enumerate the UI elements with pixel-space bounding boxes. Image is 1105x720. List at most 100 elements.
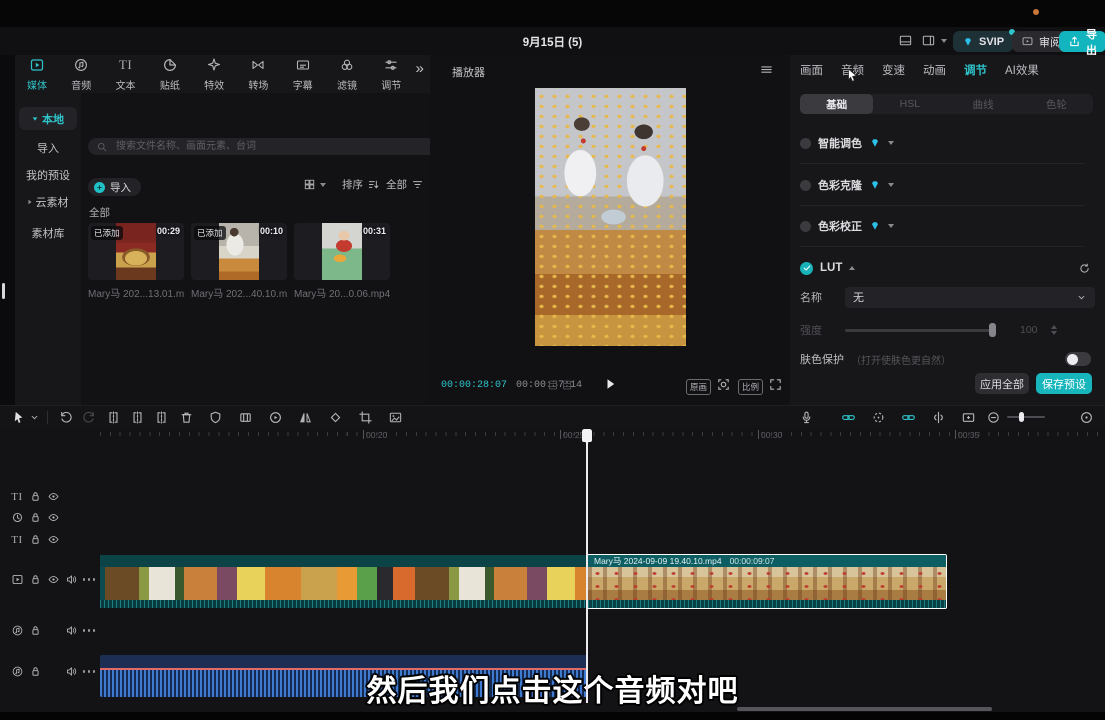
option-color-clone[interactable]: 色彩克隆 <box>800 175 1095 195</box>
player-video-frame[interactable] <box>535 88 686 346</box>
visibility-icon[interactable] <box>44 533 62 546</box>
select-tool-caret-icon[interactable] <box>29 412 40 423</box>
tab-transition[interactable]: 转场 <box>238 57 278 92</box>
lock-icon[interactable] <box>26 533 44 546</box>
option-smart-color[interactable]: 智能调色 <box>800 133 1095 153</box>
view-mode-control[interactable] <box>303 178 326 191</box>
option-color-correct[interactable]: 色彩校正 <box>800 216 1095 236</box>
expand-caret-icon[interactable] <box>888 183 894 187</box>
sidebar-item-local[interactable]: 本地 <box>19 107 77 130</box>
video-clip-left[interactable] <box>100 555 587 608</box>
tab-audio[interactable]: 音频 <box>61 57 101 92</box>
quality-button[interactable]: 原画 <box>686 379 711 395</box>
toggle-circle[interactable] <box>800 180 811 191</box>
lock-icon[interactable] <box>26 624 44 637</box>
tab-effects[interactable]: 特效 <box>194 57 234 92</box>
next-frame-icon[interactable] <box>560 378 574 392</box>
stepper-icon[interactable] <box>1051 325 1057 335</box>
lut-row[interactable]: LUT <box>800 258 1095 278</box>
tab-speed[interactable]: 变速 <box>882 62 905 78</box>
sidebar-item-presets[interactable]: 我的预设 <box>19 163 77 186</box>
select-tool-icon[interactable] <box>12 410 27 425</box>
track-header-video[interactable] <box>8 573 98 586</box>
subtab-curves[interactable]: 曲线 <box>947 94 1020 114</box>
screen-preview-icon[interactable] <box>961 410 976 425</box>
split-right-icon[interactable] <box>154 410 169 425</box>
reverse-icon[interactable] <box>268 410 283 425</box>
lock-icon[interactable] <box>26 490 44 503</box>
linkage-icon[interactable] <box>901 410 916 425</box>
visibility-icon[interactable] <box>44 511 62 524</box>
tab-captions[interactable]: 字幕 <box>283 57 323 92</box>
record-voiceover-icon[interactable] <box>799 410 814 425</box>
main-track-magnet-icon[interactable] <box>841 410 856 425</box>
zoom-out-icon[interactable] <box>986 410 1001 425</box>
panel-collapse-handle[interactable] <box>2 283 5 299</box>
preview-focus-icon[interactable] <box>716 377 731 392</box>
lut-checkbox[interactable] <box>800 262 813 275</box>
search-input[interactable] <box>114 140 431 153</box>
freeze-frame-icon[interactable] <box>238 410 253 425</box>
play-button[interactable] <box>602 376 618 392</box>
rotate-icon[interactable] <box>328 410 343 425</box>
auto-snap-icon[interactable] <box>871 410 886 425</box>
playhead-line[interactable] <box>586 433 588 703</box>
prev-frame-icon[interactable] <box>546 378 560 392</box>
media-clip-card[interactable]: 已添加 00:10 Mary马 202...40.10.mp4 <box>191 223 287 300</box>
fullscreen-icon[interactable] <box>768 377 783 392</box>
search-bar[interactable] <box>88 138 439 155</box>
tab-media[interactable]: 媒体 <box>17 57 57 92</box>
timeline-zoom-slider[interactable] <box>1007 416 1045 418</box>
visibility-icon[interactable] <box>44 573 62 586</box>
track-header-effect[interactable] <box>8 511 62 524</box>
preview-axis-icon[interactable] <box>931 410 946 425</box>
tab-animation[interactable]: 动画 <box>923 62 946 78</box>
collapse-caret-icon[interactable] <box>849 266 855 270</box>
strength-slider[interactable] <box>845 329 995 332</box>
crop-icon[interactable] <box>358 410 373 425</box>
toggle-circle[interactable] <box>800 138 811 149</box>
tab-sticker[interactable]: 贴纸 <box>150 57 190 92</box>
player-menu-icon[interactable] <box>759 62 774 77</box>
tabs-more-icon[interactable]: » <box>416 60 428 89</box>
lut-name-select[interactable]: 无 <box>845 287 1095 308</box>
lock-icon[interactable] <box>26 573 44 586</box>
export-button[interactable]: 导出 <box>1059 31 1105 52</box>
sidebar-item-import[interactable]: 导入 <box>19 136 77 159</box>
lock-icon[interactable] <box>26 511 44 524</box>
timeline-ruler[interactable]: 00:20 00:25 00:30 00:35 00:40 <box>100 428 1105 445</box>
filter-control[interactable]: 全部 <box>386 177 424 192</box>
replace-image-icon[interactable] <box>388 410 403 425</box>
reset-icon[interactable] <box>1078 262 1091 275</box>
split-icon[interactable] <box>106 410 121 425</box>
ratio-button[interactable]: 比例 <box>738 379 763 395</box>
slider-handle[interactable] <box>989 323 996 337</box>
expand-caret-icon[interactable] <box>888 141 894 145</box>
more-icon[interactable] <box>80 629 98 632</box>
svip-button[interactable]: SVIP <box>953 31 1013 52</box>
track-header-text2[interactable]: TI <box>8 533 62 546</box>
sidebar-item-cloud[interactable]: 云素材 <box>19 190 77 213</box>
undo-icon[interactable] <box>58 410 73 425</box>
subtab-hsl[interactable]: HSL <box>873 94 946 114</box>
mirror-icon[interactable] <box>298 410 313 425</box>
media-clip-card[interactable]: 00:31 Mary马 20...0.06.mp4 <box>294 223 390 300</box>
more-icon[interactable] <box>80 578 98 581</box>
visibility-icon[interactable] <box>44 490 62 503</box>
skin-protect-toggle[interactable] <box>1065 352 1091 366</box>
layout-toggle-icon[interactable] <box>898 33 913 48</box>
tab-adjustment[interactable]: 调节 <box>964 62 987 78</box>
video-clip-selected[interactable]: Mary马 2024-09-09 19.40.10.mp4 00:00:09:0… <box>587 554 947 609</box>
tab-text[interactable]: TI文本 <box>106 57 146 92</box>
mask-icon[interactable] <box>208 410 223 425</box>
media-clip-card[interactable]: 已添加 00:29 Mary马 202...13.01.mp4 <box>88 223 184 300</box>
toggle-circle[interactable] <box>800 221 811 232</box>
sort-control[interactable]: 排序 <box>342 177 380 192</box>
split-left-icon[interactable] <box>130 410 145 425</box>
tab-picture[interactable]: 画面 <box>800 62 823 78</box>
subtab-colorwheel[interactable]: 色轮 <box>1020 94 1093 114</box>
expand-caret-icon[interactable] <box>888 224 894 228</box>
tab-filters[interactable]: 滤镜 <box>327 57 367 92</box>
delete-icon[interactable] <box>179 410 194 425</box>
track-header-audio1[interactable] <box>8 624 98 637</box>
